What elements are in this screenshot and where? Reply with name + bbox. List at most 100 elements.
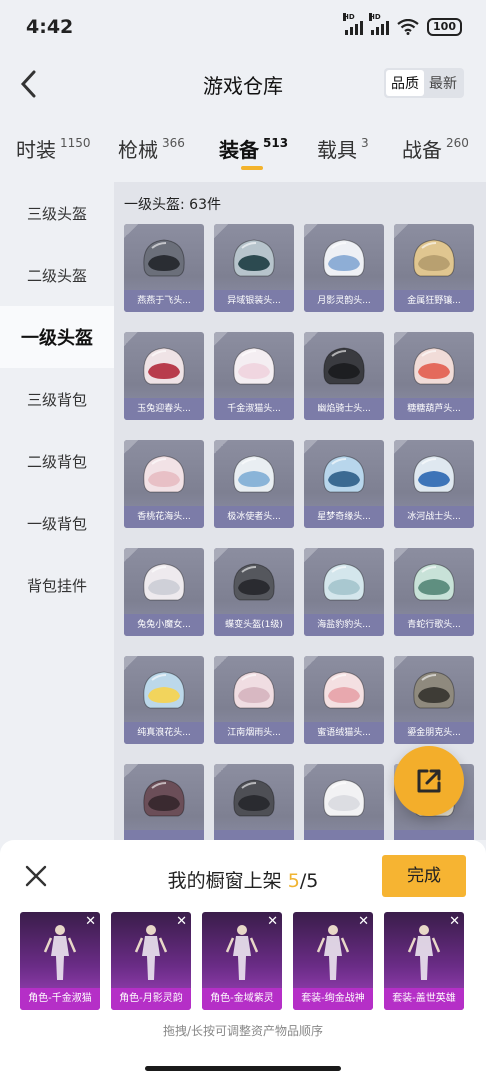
helmet-icon [233, 671, 275, 709]
helmet-icon [143, 455, 185, 493]
helmet-icon [143, 779, 185, 817]
done-button[interactable]: 完成 [382, 855, 466, 897]
card-corner [124, 332, 138, 346]
helmet-card-label: 冰河战士头... [394, 506, 474, 528]
tab-equipment[interactable]: 装备 513 [219, 134, 288, 163]
card-corner [304, 656, 318, 670]
helmet-card-label: 青蛇行歌头... [394, 614, 474, 636]
showcase-item[interactable]: ✕ 角色-金域紫灵 [202, 912, 282, 1010]
showcase-item-label: 角色-月影灵韵 [111, 988, 191, 1010]
helmet-card[interactable] [304, 764, 384, 840]
sidebar-item-level2-helmet[interactable]: 二级头盔 [0, 244, 114, 306]
showcase-item-label: 套装-盖世英雄 [384, 988, 464, 1010]
card-corner [394, 332, 408, 346]
helmet-card[interactable]: 香桃花海头... [124, 440, 204, 528]
helmet-card-label: 燕燕于飞头... [124, 290, 204, 312]
helmet-card[interactable] [124, 764, 204, 840]
showcase-item-label: 套装-绚金战神 [293, 988, 373, 1010]
showcase-total-count: /5 [299, 870, 319, 892]
showcase-item[interactable]: ✕ 套装-盖世英雄 [384, 912, 464, 1010]
sidebar-item-backpack-charm[interactable]: 背包挂件 [0, 554, 114, 616]
helmet-card[interactable]: 幽焰骑士头... [304, 332, 384, 420]
helmet-icon [323, 671, 365, 709]
helmet-card-label: 蝶变头盔(1级) [214, 614, 294, 636]
helmet-icon [323, 347, 365, 385]
sidebar-item-level1-backpack[interactable]: 一级背包 [0, 492, 114, 554]
helmet-icon [413, 563, 455, 601]
character-figure-icon [407, 925, 441, 980]
helmet-card[interactable]: 燕燕于飞头... [124, 224, 204, 312]
card-corner [304, 548, 318, 562]
remove-item-icon[interactable]: ✕ [267, 914, 278, 929]
sidebar-item-level1-helmet[interactable]: 一级头盔 [0, 306, 114, 368]
helmet-icon [143, 239, 185, 277]
helmet-card[interactable]: 江南烟雨头... [214, 656, 294, 744]
sort-option-latest[interactable]: 最新 [424, 70, 462, 96]
showcase-item[interactable]: ✕ 角色-月影灵韵 [111, 912, 191, 1010]
helmet-card[interactable]: 异域银装头... [214, 224, 294, 312]
helmet-card[interactable]: 蜜语绒猫头... [304, 656, 384, 744]
helmet-card-label: 月影灵韵头... [304, 290, 384, 312]
helmet-card[interactable]: 兔兔小魔女... [124, 548, 204, 636]
cellular-signal-icon: HD [343, 13, 364, 35]
helmet-card-label [304, 830, 384, 840]
card-corner [124, 440, 138, 454]
helmet-card[interactable]: 鎏金朋克头... [394, 656, 474, 744]
sort-option-quality[interactable]: 品质 [386, 70, 424, 96]
card-corner [214, 332, 228, 346]
helmet-card[interactable]: 金属狂野镶... [394, 224, 474, 312]
helmet-icon [323, 563, 365, 601]
status-icons: HD HD 100 [343, 13, 462, 36]
showcase-item[interactable]: ✕ 套装-绚金战神 [293, 912, 373, 1010]
home-indicator[interactable] [145, 1066, 341, 1071]
sort-toggle[interactable]: 品质 最新 [384, 68, 464, 98]
active-tab-indicator [241, 166, 263, 170]
remove-item-icon[interactable]: ✕ [358, 914, 369, 929]
helmet-card-label: 异域银装头... [214, 290, 294, 312]
helmet-icon [233, 455, 275, 493]
helmet-card[interactable]: 糖糖葫芦头... [394, 332, 474, 420]
tab-firearms[interactable]: 枪械 366 [118, 134, 185, 163]
tab-vehicles[interactable]: 载具 3 [317, 134, 369, 163]
card-corner [304, 764, 318, 778]
character-figure-icon [225, 925, 259, 980]
helmet-card-label: 兔兔小魔女... [124, 614, 204, 636]
helmet-card[interactable]: 冰河战士头... [394, 440, 474, 528]
helmet-card-label: 香桃花海头... [124, 506, 204, 528]
helmet-icon [233, 779, 275, 817]
battery-icon: 100 [427, 18, 462, 36]
helmet-card[interactable]: 月影灵韵头... [304, 224, 384, 312]
showcase-item-label: 角色-千金淑猫 [20, 988, 100, 1010]
helmet-card[interactable] [214, 764, 294, 840]
helmet-card[interactable]: 海盐豹豹头... [304, 548, 384, 636]
helmet-icon [233, 347, 275, 385]
sidebar-item-level2-backpack[interactable]: 二级背包 [0, 430, 114, 492]
helmet-card-label: 星梦奇缘头... [304, 506, 384, 528]
tab-combat-gear[interactable]: 战备 260 [402, 134, 469, 163]
showcase-item[interactable]: ✕ 角色-千金淑猫 [20, 912, 100, 1010]
showcase-item-label: 角色-金域紫灵 [202, 988, 282, 1010]
sidebar-item-level3-helmet[interactable]: 三级头盔 [0, 182, 114, 244]
helmet-card-label: 幽焰骑士头... [304, 398, 384, 420]
helmet-card[interactable]: 纯真浪花头... [124, 656, 204, 744]
status-bar: 4:42 HD HD 100 [0, 0, 486, 56]
helmet-card[interactable]: 极冰使者头... [214, 440, 294, 528]
helmet-card[interactable]: 玉兔迎春头... [124, 332, 204, 420]
card-corner [304, 224, 318, 238]
card-corner [124, 656, 138, 670]
cellular-signal-icon-2: HD [369, 13, 390, 35]
helmet-card[interactable]: 蝶变头盔(1级) [214, 548, 294, 636]
sidebar-item-level3-backpack[interactable]: 三级背包 [0, 368, 114, 430]
helmet-icon [413, 347, 455, 385]
share-button[interactable] [394, 746, 464, 816]
tab-fashion[interactable]: 时装 1150 [16, 134, 91, 163]
remove-item-icon[interactable]: ✕ [176, 914, 187, 929]
remove-item-icon[interactable]: ✕ [449, 914, 460, 929]
helmet-card-label: 鎏金朋克头... [394, 722, 474, 744]
helmet-card[interactable]: 千金淑猫头... [214, 332, 294, 420]
remove-item-icon[interactable]: ✕ [85, 914, 96, 929]
helmet-card-label: 千金淑猫头... [214, 398, 294, 420]
helmet-icon [143, 671, 185, 709]
helmet-card[interactable]: 青蛇行歌头... [394, 548, 474, 636]
helmet-card[interactable]: 星梦奇缘头... [304, 440, 384, 528]
